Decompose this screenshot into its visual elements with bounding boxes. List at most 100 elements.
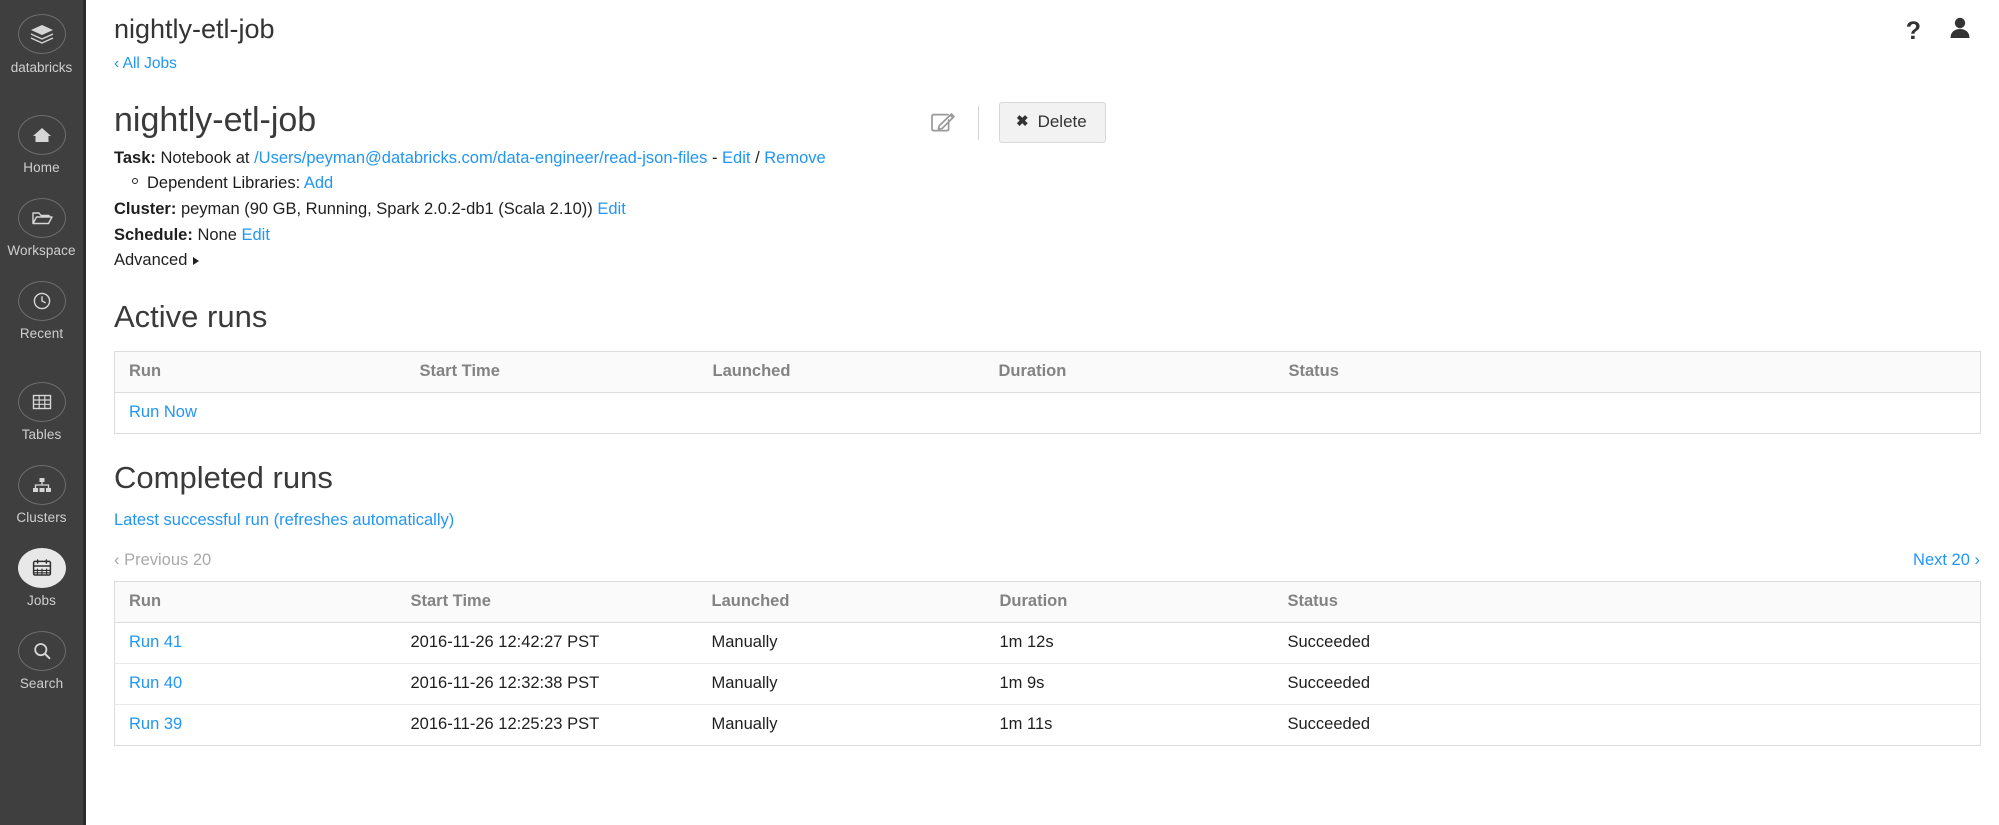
active-cell-start-time	[410, 393, 705, 434]
active-runs-table: Run Start Time Launched Duration Status …	[114, 351, 1981, 434]
task-edit-link[interactable]: Edit	[722, 149, 750, 167]
pencil-square-icon[interactable]	[924, 105, 962, 141]
completed-runs-pager: ‹ Previous 20 Next 20 ›	[114, 550, 1980, 570]
chevron-right-icon	[193, 257, 199, 265]
active-col-status: Status	[1285, 352, 1981, 393]
sidebar-item-label-search: Search	[20, 676, 63, 692]
sidebar-item-label-workspace: Workspace	[7, 243, 75, 259]
sidebar-item-label-jobs: Jobs	[27, 593, 56, 609]
delete-button-label: Delete	[1038, 112, 1087, 132]
main-content: nightly-etl-job ‹ All Jobs ? nightly-etl…	[86, 0, 1999, 825]
table-row: Run 40 2016-11-26 12:32:38 PST Manually …	[115, 664, 1981, 705]
active-runs-title: Active runs	[114, 299, 1999, 335]
breadcrumb-all-jobs[interactable]: ‹ All Jobs	[114, 44, 275, 73]
active-cell-duration	[993, 393, 1285, 434]
table-row: Run Now	[115, 393, 1981, 434]
cluster-line: Cluster: peyman (90 GB, Running, Spark 2…	[114, 197, 1999, 222]
completed-col-run: Run	[115, 582, 405, 623]
previous-page-link[interactable]: ‹ Previous 20	[114, 550, 211, 570]
table-grid-icon	[18, 382, 66, 422]
advanced-label: Advanced	[114, 248, 187, 273]
sidebar-logo-label: databricks	[11, 60, 73, 75]
task-slash: /	[755, 149, 760, 167]
x-mark-icon: ✖	[1016, 112, 1029, 132]
question-mark-icon[interactable]: ?	[1906, 20, 1921, 42]
schedule-line: Schedule: None Edit	[114, 223, 1999, 248]
dependent-libraries-add-link[interactable]: Add	[304, 174, 333, 192]
dependent-libraries-label: Dependent Libraries:	[147, 174, 300, 192]
job-header: nightly-etl-job ✖ Delete	[114, 86, 1999, 140]
topbar-actions: ?	[1906, 16, 1973, 45]
sidebar-item-workspace[interactable]: Workspace	[7, 198, 75, 259]
run-link[interactable]: Run 41	[129, 633, 182, 651]
task-notebook-path-link[interactable]: /Users/peyman@databricks.com/data-engine…	[254, 149, 707, 167]
cluster-value: peyman (90 GB, Running, Spark 2.0.2-db1 …	[181, 200, 593, 218]
active-col-duration: Duration	[993, 352, 1285, 393]
advanced-toggle[interactable]: Advanced	[114, 248, 1999, 273]
sidebar-item-clusters[interactable]: Clusters	[16, 465, 66, 526]
schedule-value: None	[197, 226, 236, 244]
clock-icon	[18, 281, 66, 321]
job-title: nightly-etl-job	[114, 100, 316, 140]
cluster-label: Cluster:	[114, 200, 176, 218]
next-page-link[interactable]: Next 20 ›	[1913, 550, 1980, 570]
delete-button[interactable]: ✖ Delete	[999, 102, 1106, 143]
sidebar-item-search[interactable]: Search	[18, 631, 66, 692]
sidebar-item-tables[interactable]: Tables	[18, 382, 66, 443]
databricks-stack-icon	[18, 14, 66, 54]
completed-col-launched: Launched	[705, 582, 995, 623]
user-avatar-icon[interactable]	[1947, 16, 1973, 45]
sidebar-item-home[interactable]: Home	[18, 115, 66, 176]
completed-cell-launched: Manually	[705, 705, 995, 746]
sidebar-item-label-recent: Recent	[20, 326, 63, 342]
schedule-edit-link[interactable]: Edit	[242, 226, 270, 244]
sidebar-item-jobs[interactable]: Jobs	[18, 548, 66, 609]
dependent-libraries-line: Dependent Libraries: Add	[114, 171, 1999, 196]
home-icon	[18, 115, 66, 155]
completed-cell-start-time: 2016-11-26 12:32:38 PST	[405, 664, 705, 705]
latest-successful-run-link[interactable]: Latest successful run (refreshes automat…	[114, 510, 1999, 530]
completed-cell-start-time: 2016-11-26 12:25:23 PST	[405, 705, 705, 746]
completed-col-duration: Duration	[995, 582, 1283, 623]
sidebar-item-recent[interactable]: Recent	[18, 281, 66, 342]
table-row: Run 41 2016-11-26 12:42:27 PST Manually …	[115, 623, 1981, 664]
completed-cell-duration: 1m 12s	[995, 623, 1283, 664]
cluster-edit-link[interactable]: Edit	[597, 200, 625, 218]
completed-runs-table: Run Start Time Launched Duration Status …	[114, 581, 1981, 746]
run-now-link[interactable]: Run Now	[129, 403, 197, 421]
run-link[interactable]: Run 40	[129, 674, 182, 692]
job-actions: ✖ Delete	[924, 102, 1106, 143]
calendar-icon	[18, 548, 66, 588]
run-link[interactable]: Run 39	[129, 715, 182, 733]
task-line: Task: Notebook at /Users/peyman@databric…	[114, 146, 1999, 171]
completed-col-start-time: Start Time	[405, 582, 705, 623]
bullet-icon	[132, 178, 138, 184]
app-root: databricks Home Workspace	[0, 0, 1999, 825]
magnifier-icon	[18, 631, 66, 671]
completed-cell-start-time: 2016-11-26 12:42:27 PST	[405, 623, 705, 664]
sidebar-item-label-clusters: Clusters	[16, 510, 66, 526]
completed-runs-title: Completed runs	[114, 460, 1999, 496]
sidebar-item-label-home: Home	[23, 160, 59, 176]
folder-icon	[18, 198, 66, 238]
cluster-nodes-icon	[18, 465, 66, 505]
completed-runs-header-row: Run Start Time Launched Duration Status	[115, 582, 1981, 623]
page-title: nightly-etl-job	[114, 0, 275, 44]
completed-cell-duration: 1m 11s	[995, 705, 1283, 746]
active-runs-header-row: Run Start Time Launched Duration Status	[115, 352, 1981, 393]
active-col-start-time: Start Time	[410, 352, 705, 393]
action-divider	[978, 106, 979, 140]
task-label: Task:	[114, 149, 156, 167]
active-cell-status	[1285, 393, 1981, 434]
task-dash: -	[712, 149, 718, 167]
sidebar: databricks Home Workspace	[0, 0, 86, 825]
sidebar-item-label-tables: Tables	[22, 427, 62, 443]
task-remove-link[interactable]: Remove	[764, 149, 825, 167]
completed-cell-status: Succeeded	[1283, 664, 1981, 705]
active-col-run: Run	[115, 352, 410, 393]
completed-cell-status: Succeeded	[1283, 623, 1981, 664]
completed-cell-launched: Manually	[705, 664, 995, 705]
active-col-launched: Launched	[705, 352, 993, 393]
active-cell-launched	[705, 393, 993, 434]
sidebar-logo[interactable]: databricks	[11, 14, 73, 75]
